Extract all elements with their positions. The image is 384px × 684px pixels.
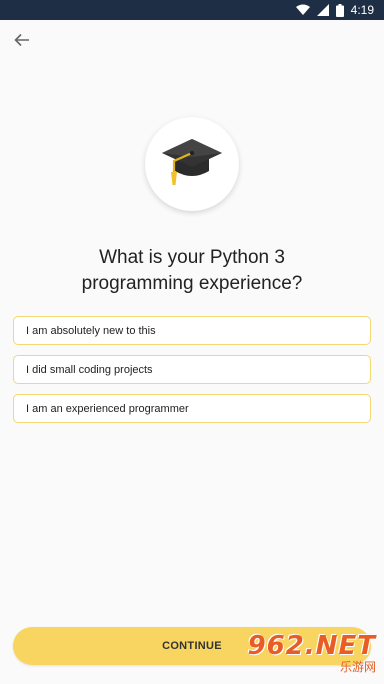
status-bar: 4:19 bbox=[0, 0, 384, 20]
option-new[interactable]: I am absolutely new to this bbox=[13, 316, 371, 345]
battery-icon bbox=[335, 3, 344, 17]
wifi-icon bbox=[295, 4, 310, 16]
signal-icon bbox=[316, 4, 329, 16]
question-title: What is your Python 3 programming experi… bbox=[20, 245, 364, 297]
option-small-projects[interactable]: I did small coding projects bbox=[13, 355, 371, 384]
experience-options: I am absolutely new to this I did small … bbox=[13, 316, 371, 433]
option-label: I am an experienced programmer bbox=[26, 402, 189, 415]
watermark-sub: 乐游网 bbox=[339, 660, 376, 674]
question-line-1: What is your Python 3 bbox=[99, 247, 285, 268]
option-label: I am absolutely new to this bbox=[26, 324, 156, 337]
question-line-2: programming experience? bbox=[81, 273, 303, 294]
hero-icon-container bbox=[145, 117, 239, 211]
option-experienced[interactable]: I am an experienced programmer bbox=[13, 394, 371, 423]
option-label: I did small coding projects bbox=[26, 363, 153, 376]
status-time: 4:19 bbox=[350, 3, 374, 17]
back-button[interactable] bbox=[10, 30, 34, 54]
continue-label: CONTINUE bbox=[162, 640, 222, 652]
watermark-main: 962.NET bbox=[247, 631, 376, 661]
arrow-left-icon bbox=[14, 33, 30, 52]
graduation-cap-icon bbox=[160, 131, 224, 198]
watermark: 962.NET 乐游网 bbox=[248, 632, 376, 674]
